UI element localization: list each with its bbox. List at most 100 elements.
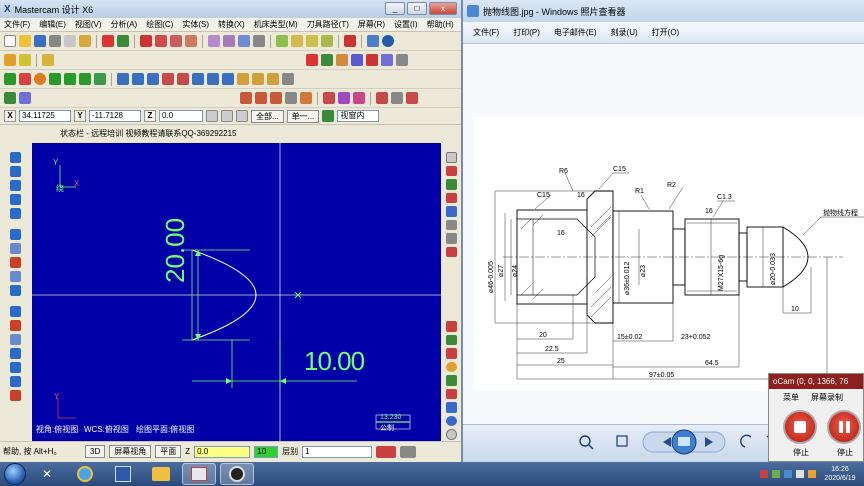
solid-extrude-icon[interactable] bbox=[4, 92, 16, 104]
ocam-stop-button[interactable] bbox=[783, 410, 817, 444]
stretch-icon[interactable] bbox=[267, 73, 279, 85]
ellipse-icon[interactable] bbox=[9, 194, 21, 205]
fillet-icon[interactable] bbox=[49, 73, 61, 85]
globe-icon[interactable] bbox=[367, 35, 379, 47]
rectangle-icon[interactable] bbox=[94, 73, 106, 85]
menu-xform[interactable]: 转换(X) bbox=[218, 19, 245, 30]
line-icon[interactable] bbox=[19, 73, 31, 85]
array-icon[interactable] bbox=[222, 73, 234, 85]
y-coord-input[interactable]: -11.7128 bbox=[89, 110, 141, 122]
maximize-button[interactable]: □ bbox=[407, 2, 427, 15]
z-coord-input[interactable]: 0.0 bbox=[159, 110, 203, 122]
torus-icon[interactable] bbox=[9, 285, 21, 296]
tray-power-icon[interactable] bbox=[808, 470, 816, 478]
translate-icon[interactable] bbox=[117, 73, 129, 85]
more-transform-icon[interactable] bbox=[282, 73, 294, 85]
facing-icon[interactable] bbox=[445, 219, 457, 231]
layer-icon[interactable] bbox=[9, 376, 21, 387]
engrave-icon[interactable] bbox=[445, 246, 457, 258]
select-single-button[interactable]: 单一... bbox=[286, 109, 320, 123]
drag-icon[interactable] bbox=[252, 73, 264, 85]
cube-c-icon[interactable] bbox=[353, 92, 365, 104]
circle-mill-icon[interactable] bbox=[445, 233, 457, 244]
pv-menu-file[interactable]: 文件(F) bbox=[473, 27, 499, 38]
taskbar-mastercam[interactable]: ✕ bbox=[30, 463, 64, 485]
blank-icon[interactable] bbox=[253, 35, 265, 47]
menu-toolpaths[interactable]: 刀具路径(T) bbox=[307, 19, 349, 30]
save-icon[interactable] bbox=[34, 35, 46, 47]
repaint-icon[interactable] bbox=[238, 35, 250, 47]
sketch-icon[interactable] bbox=[9, 152, 21, 163]
zoom-previous-icon[interactable] bbox=[223, 35, 235, 47]
backplot-icon[interactable] bbox=[445, 348, 457, 359]
menu-machine-type[interactable]: 机床类型(M) bbox=[254, 19, 298, 30]
project-icon[interactable] bbox=[207, 73, 219, 85]
wand-icon[interactable] bbox=[19, 54, 31, 66]
ocam-menu-menu[interactable]: 菜单 bbox=[783, 392, 799, 403]
z-depth-input[interactable]: 0.0 bbox=[194, 445, 251, 458]
zoom-out-icon[interactable] bbox=[185, 35, 197, 47]
lock-icon[interactable] bbox=[206, 110, 218, 122]
menu-screen[interactable]: 屏幕(R) bbox=[358, 19, 385, 30]
open-file-icon[interactable] bbox=[19, 35, 31, 47]
spline-icon[interactable] bbox=[79, 73, 91, 85]
tray-app-icon[interactable] bbox=[760, 470, 768, 478]
selection-mode-select[interactable]: 视窗内 bbox=[337, 110, 380, 122]
pv-menu-open[interactable]: 打开(O) bbox=[652, 27, 680, 38]
help-icon[interactable] bbox=[382, 35, 394, 47]
planes-icon[interactable] bbox=[344, 35, 356, 47]
menu-analyze[interactable]: 分析(A) bbox=[111, 19, 138, 30]
verify-icon[interactable] bbox=[445, 320, 457, 332]
point-icon[interactable] bbox=[4, 73, 16, 85]
ocam-pause-button[interactable] bbox=[827, 410, 861, 444]
menu-settings[interactable]: 设置(I) bbox=[394, 19, 418, 30]
menu-file[interactable]: 文件(F) bbox=[4, 19, 30, 30]
hide-icon[interactable] bbox=[285, 92, 297, 104]
x-coord-input[interactable]: 34.11725 bbox=[19, 110, 71, 122]
pv-menu-burn[interactable]: 刻录(U) bbox=[611, 27, 638, 38]
circle-icon[interactable] bbox=[34, 73, 46, 85]
tray-network-icon[interactable] bbox=[772, 470, 780, 478]
plane-button[interactable]: 平面 bbox=[155, 445, 182, 458]
polygon-icon[interactable] bbox=[9, 180, 21, 191]
taskbar-photo-viewer[interactable] bbox=[182, 463, 216, 485]
clock[interactable]: 16:26 2020/6/19 bbox=[820, 465, 860, 483]
pv-menu-print[interactable]: 打印(P) bbox=[513, 27, 540, 38]
analyze-icon[interactable] bbox=[396, 54, 408, 66]
line-style-icon[interactable] bbox=[400, 445, 417, 458]
view-top-icon[interactable] bbox=[276, 35, 288, 47]
offset-contour-icon[interactable] bbox=[192, 73, 204, 85]
drill-icon[interactable] bbox=[445, 206, 457, 217]
tool-icon[interactable] bbox=[391, 92, 403, 104]
pocket-icon[interactable] bbox=[445, 192, 457, 204]
chamfer-icon[interactable] bbox=[64, 73, 76, 85]
contour-icon[interactable] bbox=[445, 179, 457, 190]
attribute-icon[interactable] bbox=[9, 320, 21, 331]
color-fill-icon[interactable] bbox=[9, 390, 21, 401]
arc-icon[interactable] bbox=[9, 166, 21, 177]
grid-red-icon[interactable] bbox=[445, 388, 457, 400]
pv-menu-email[interactable]: 电子邮件(E) bbox=[554, 27, 597, 38]
taskbar-ie[interactable] bbox=[68, 463, 102, 485]
cylinder-icon[interactable] bbox=[9, 243, 21, 254]
color-icon[interactable] bbox=[300, 92, 312, 104]
dimension-icon[interactable] bbox=[9, 334, 21, 345]
hatch-icon[interactable] bbox=[9, 362, 21, 373]
close-button[interactable]: x bbox=[429, 2, 457, 15]
modify-icon[interactable] bbox=[381, 54, 393, 66]
layer-input[interactable]: 1 bbox=[302, 445, 373, 458]
cone-icon[interactable] bbox=[9, 257, 21, 268]
check-icon[interactable] bbox=[445, 415, 457, 427]
note-icon[interactable] bbox=[9, 348, 21, 359]
start-button[interactable] bbox=[4, 463, 26, 485]
taskbar-ocam[interactable] bbox=[220, 463, 254, 485]
clear-icon[interactable] bbox=[445, 429, 457, 440]
zoom-in-icon[interactable] bbox=[170, 35, 182, 47]
fit-icon[interactable] bbox=[140, 35, 152, 47]
taskbar-folder[interactable] bbox=[144, 463, 178, 485]
print-icon[interactable] bbox=[49, 35, 61, 47]
surface-icon[interactable] bbox=[9, 229, 21, 240]
mirror-icon[interactable] bbox=[132, 73, 144, 85]
select-mode-icon[interactable] bbox=[322, 110, 335, 122]
undo-icon[interactable] bbox=[102, 35, 114, 47]
